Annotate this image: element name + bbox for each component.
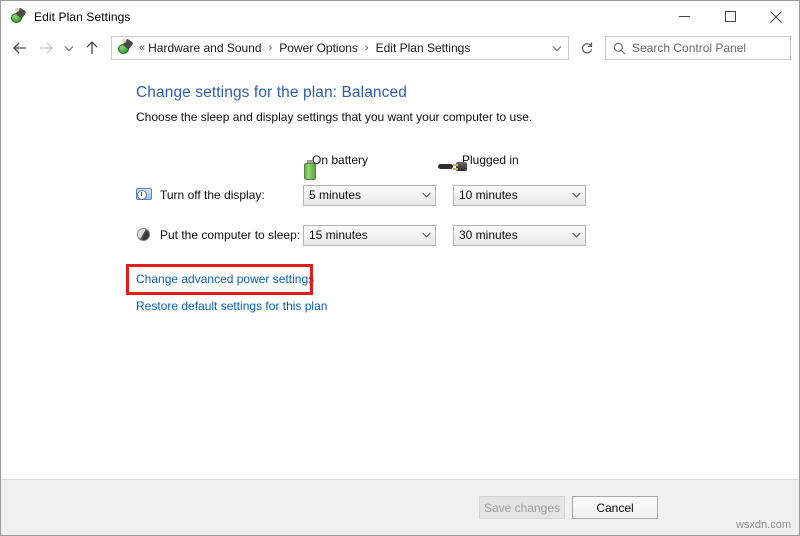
breadcrumb-separator: › bbox=[262, 42, 280, 54]
dropdown-sleep-plugged-in[interactable]: 30 minutes bbox=[453, 225, 586, 246]
advanced-settings-link-wrap: Change advanced power settings bbox=[136, 264, 314, 294]
dropdown-display-plugged-in[interactable]: 10 minutes bbox=[453, 185, 586, 206]
chevron-down-icon bbox=[567, 192, 585, 198]
breadcrumb-separator: › bbox=[358, 42, 376, 54]
back-button[interactable] bbox=[7, 35, 33, 61]
column-header-on-battery-label: On battery bbox=[312, 153, 368, 167]
close-button[interactable] bbox=[753, 1, 799, 32]
dropdown-display-on-battery-value: 5 minutes bbox=[309, 188, 361, 202]
link-restore-default-settings[interactable]: Restore default settings for this plan bbox=[136, 299, 779, 313]
setting-label-turn-off-display: Turn off the display: bbox=[160, 188, 303, 202]
recent-locations-button[interactable] bbox=[59, 35, 79, 61]
breadcrumb[interactable]: « Hardware and Sound › Power Options › E… bbox=[111, 36, 569, 60]
maximize-button[interactable] bbox=[707, 1, 753, 32]
breadcrumb-overflow-icon[interactable]: « bbox=[138, 42, 148, 54]
cancel-button[interactable]: Cancel bbox=[572, 496, 658, 519]
dropdown-display-on-battery[interactable]: 5 minutes bbox=[303, 185, 436, 206]
chevron-down-icon bbox=[417, 192, 435, 198]
dropdown-display-plugged-in-value: 10 minutes bbox=[459, 188, 518, 202]
window-controls bbox=[661, 1, 799, 32]
chevron-down-icon[interactable] bbox=[546, 37, 568, 59]
page-subtitle: Choose the sleep and display settings th… bbox=[136, 110, 779, 124]
column-header-plugged-in-label: Plugged in bbox=[462, 153, 519, 167]
search-placeholder: Search Control Panel bbox=[632, 41, 746, 55]
title-bar: Edit Plan Settings bbox=[1, 1, 799, 32]
breadcrumb-item-edit-plan-settings[interactable]: Edit Plan Settings bbox=[376, 41, 471, 55]
column-headers: On battery Plugged in bbox=[136, 148, 779, 172]
forward-button bbox=[33, 35, 59, 61]
page-title: Change settings for the plan: Balanced bbox=[136, 84, 779, 102]
search-icon bbox=[606, 42, 632, 55]
setting-label-put-computer-to-sleep: Put the computer to sleep: bbox=[160, 228, 303, 242]
display-clock-icon bbox=[136, 187, 153, 204]
dropdown-sleep-on-battery[interactable]: 15 minutes bbox=[303, 225, 436, 246]
breadcrumb-item-power-options[interactable]: Power Options bbox=[279, 41, 358, 55]
breadcrumb-power-plan-icon bbox=[117, 40, 133, 56]
links-section: Change advanced power settings Restore d… bbox=[136, 264, 779, 313]
dropdown-sleep-on-battery-value: 15 minutes bbox=[309, 228, 368, 242]
window-title: Edit Plan Settings bbox=[34, 10, 131, 24]
link-change-advanced-power-settings[interactable]: Change advanced power settings bbox=[136, 272, 314, 286]
edit-plan-settings-window: Edit Plan Settings bbox=[0, 0, 800, 536]
plan-settings-page: Change settings for the plan: Balanced C… bbox=[136, 84, 779, 313]
setting-row-turn-off-display: Turn off the display: 5 minutes 10 minut… bbox=[136, 184, 779, 206]
watermark: wsxdn.com bbox=[736, 519, 791, 531]
address-bar: « Hardware and Sound › Power Options › E… bbox=[1, 32, 799, 64]
setting-row-put-computer-to-sleep: Put the computer to sleep: 15 minutes 30… bbox=[136, 224, 779, 246]
breadcrumb-item-hardware-and-sound[interactable]: Hardware and Sound bbox=[148, 41, 261, 55]
refresh-icon[interactable] bbox=[575, 36, 599, 60]
chevron-down-icon bbox=[417, 232, 435, 238]
content-area: Change settings for the plan: Balanced C… bbox=[1, 64, 799, 479]
save-changes-button[interactable]: Save changes bbox=[479, 496, 565, 519]
column-header-on-battery: On battery bbox=[303, 153, 453, 167]
minimize-button[interactable] bbox=[661, 1, 707, 32]
power-plan-icon bbox=[10, 9, 26, 25]
chevron-down-icon bbox=[567, 232, 585, 238]
footer-bar: Save changes Cancel bbox=[1, 479, 799, 535]
column-header-plugged-in: Plugged in bbox=[453, 153, 603, 167]
search-input[interactable]: Search Control Panel bbox=[605, 36, 791, 60]
dropdown-sleep-plugged-in-value: 30 minutes bbox=[459, 228, 518, 242]
up-button[interactable] bbox=[79, 35, 105, 61]
sleep-moon-icon bbox=[136, 227, 153, 244]
